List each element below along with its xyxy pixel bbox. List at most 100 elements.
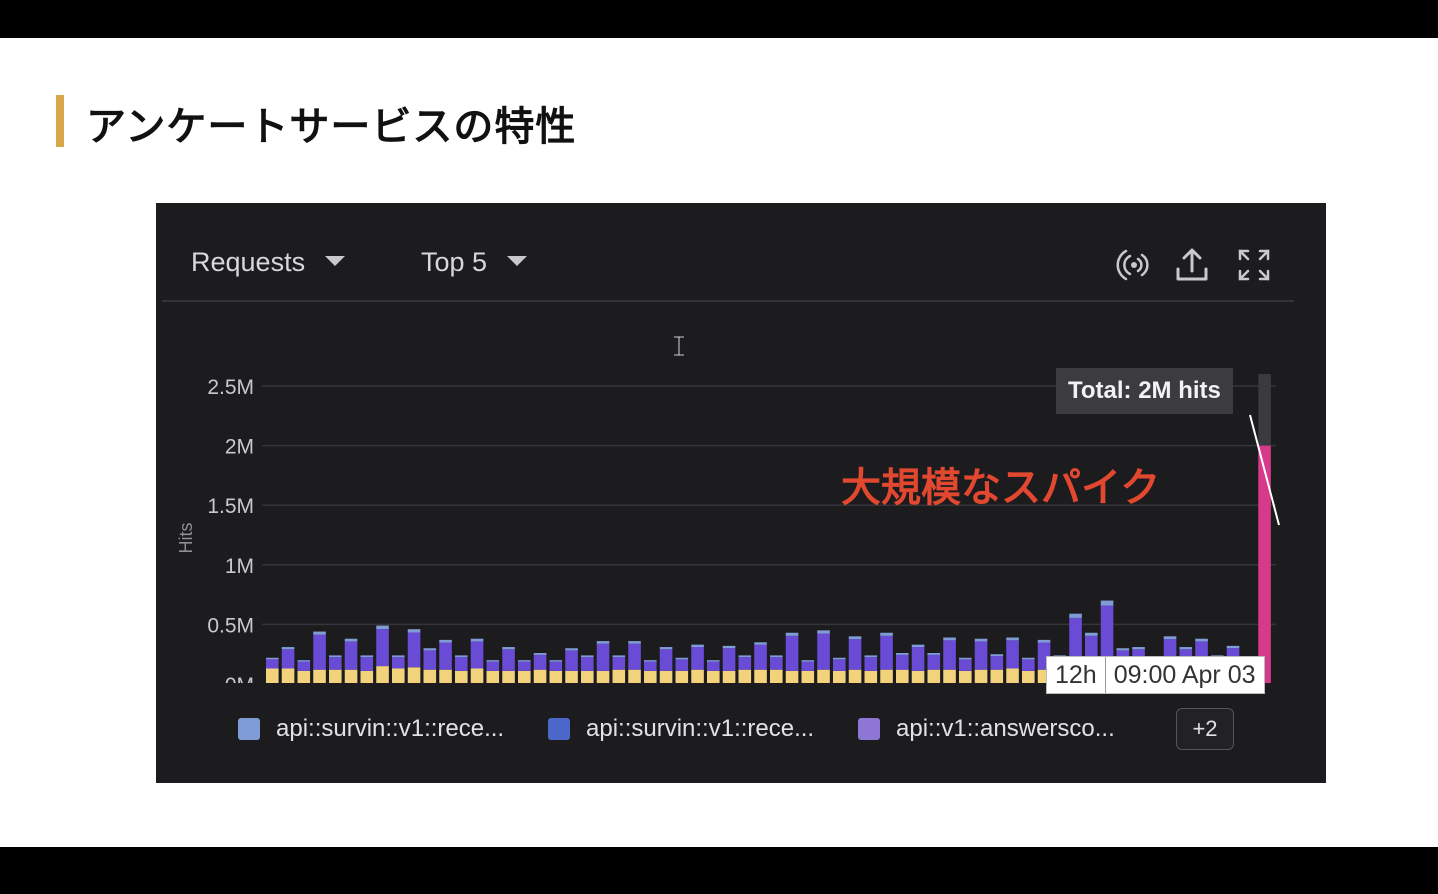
bar-segment [659,647,673,650]
legend-item[interactable]: api::v1::answersco... [858,709,1115,749]
text-cursor-icon [674,336,684,356]
bar-segment [581,657,594,671]
y-tick-label: 0.5M [207,614,254,637]
bar-segment [439,642,452,670]
bar-segment [596,641,610,644]
bar-segment [974,638,988,642]
bar-segment [1100,600,1114,606]
export-icon[interactable] [1172,245,1212,285]
bar-segment [392,655,405,658]
metric-dropdown[interactable]: Requests [191,247,346,278]
bar-segment [407,667,421,683]
bar-segment [628,643,641,670]
chevron-down-icon [325,255,346,266]
bar-segment [455,670,468,683]
bar-segment [470,641,484,669]
bar-segment [990,655,1004,670]
legend-more-button[interactable]: +2 [1176,708,1234,750]
bar-segment [1022,657,1035,660]
bar-segment [297,660,311,662]
bar-segment [1022,659,1035,671]
bar-segment [754,642,767,645]
slide: アンケートサービスの特性 Requests Top 5 0.5M 1M 1.5M… [0,38,1438,847]
legend-label: api::survin::v1::rece... [586,715,815,742]
bar-segment [801,670,815,683]
bar-segment [439,639,452,643]
y-tick-label: 1M [225,555,254,578]
bar-segment [329,657,342,670]
time-indicator[interactable]: 12h 09:00 Apr 03 [1046,656,1265,694]
chart-panel: Requests Top 5 0.5M 1M 1.5M 2M 2.5M Hits… [156,203,1326,783]
bar-segment [360,670,374,683]
top-n-dropdown-label: Top 5 [421,247,488,277]
bar-segment [817,630,830,634]
bar-segment [407,629,421,633]
bar-segment [1006,668,1019,683]
bar-segment [423,648,437,651]
legend-swatch [858,718,880,740]
legend-item[interactable]: api::survin::v1::rece... [548,709,814,749]
bar-segment [959,659,972,671]
bar-segment [565,670,578,683]
bar-segment [722,670,736,683]
bar-segment [470,638,484,642]
bar-segment [848,669,862,683]
bar-segment [1132,647,1145,650]
bar-segment [612,655,626,658]
bar-segment [848,636,862,640]
bar-segment [470,668,484,683]
bar-segment [707,661,720,671]
bar-segment [644,660,657,662]
bar-segment [785,632,799,636]
bar-segment [1195,638,1208,642]
bar-segment [344,669,358,683]
bar-segment [518,661,531,671]
title-accent-bar [56,95,64,147]
bar-segment [344,641,358,670]
timestamp-label: 09:00 Apr 03 [1104,657,1264,693]
bar-segment [628,641,641,644]
bar-segment [943,637,956,641]
bar-segment [1085,632,1098,636]
y-tick-label: 2M [225,436,254,459]
bar-segment [911,644,925,648]
toolbar-divider [162,300,1294,302]
bar-segment [990,669,1004,683]
legend-item[interactable]: api::survin::v1::rece... [238,709,504,749]
bar-segment [549,661,563,671]
bar-segment [959,670,972,683]
metric-dropdown-label: Requests [191,247,306,277]
bar-segment [707,670,720,683]
bar-segment [974,641,988,670]
bar-segment [880,635,893,670]
bar-segment [486,661,500,671]
y-tick-label: 0M [225,674,254,683]
bar-segment [770,655,783,658]
bar-segment [707,660,720,662]
bar-segment [423,650,437,670]
bar-segment [1179,647,1193,650]
bar-segment [833,657,846,660]
bar-segment [880,632,893,636]
bar-segment [927,654,941,670]
bar-segment [738,657,752,670]
audio-wave-icon[interactable] [1112,245,1152,285]
total-tooltip: Total: 2M hits [1056,368,1233,414]
bar-segment [864,655,878,658]
bar-segment [817,669,830,683]
bar-segment [1116,648,1130,651]
fullscreen-icon[interactable] [1234,245,1274,285]
bar-segment [801,661,815,671]
bar-segment [644,670,657,683]
bar-segment [770,657,783,670]
top-n-dropdown[interactable]: Top 5 [421,247,528,278]
bar-segment [313,669,326,683]
bar-segment [1163,636,1177,640]
bar-segment [817,633,830,670]
bar-segment [990,654,1004,656]
bar-segment [1006,640,1019,669]
bar-segment [896,669,909,683]
bar-segment [313,631,326,635]
bar-segment [785,670,799,683]
bar-segment [612,669,626,683]
